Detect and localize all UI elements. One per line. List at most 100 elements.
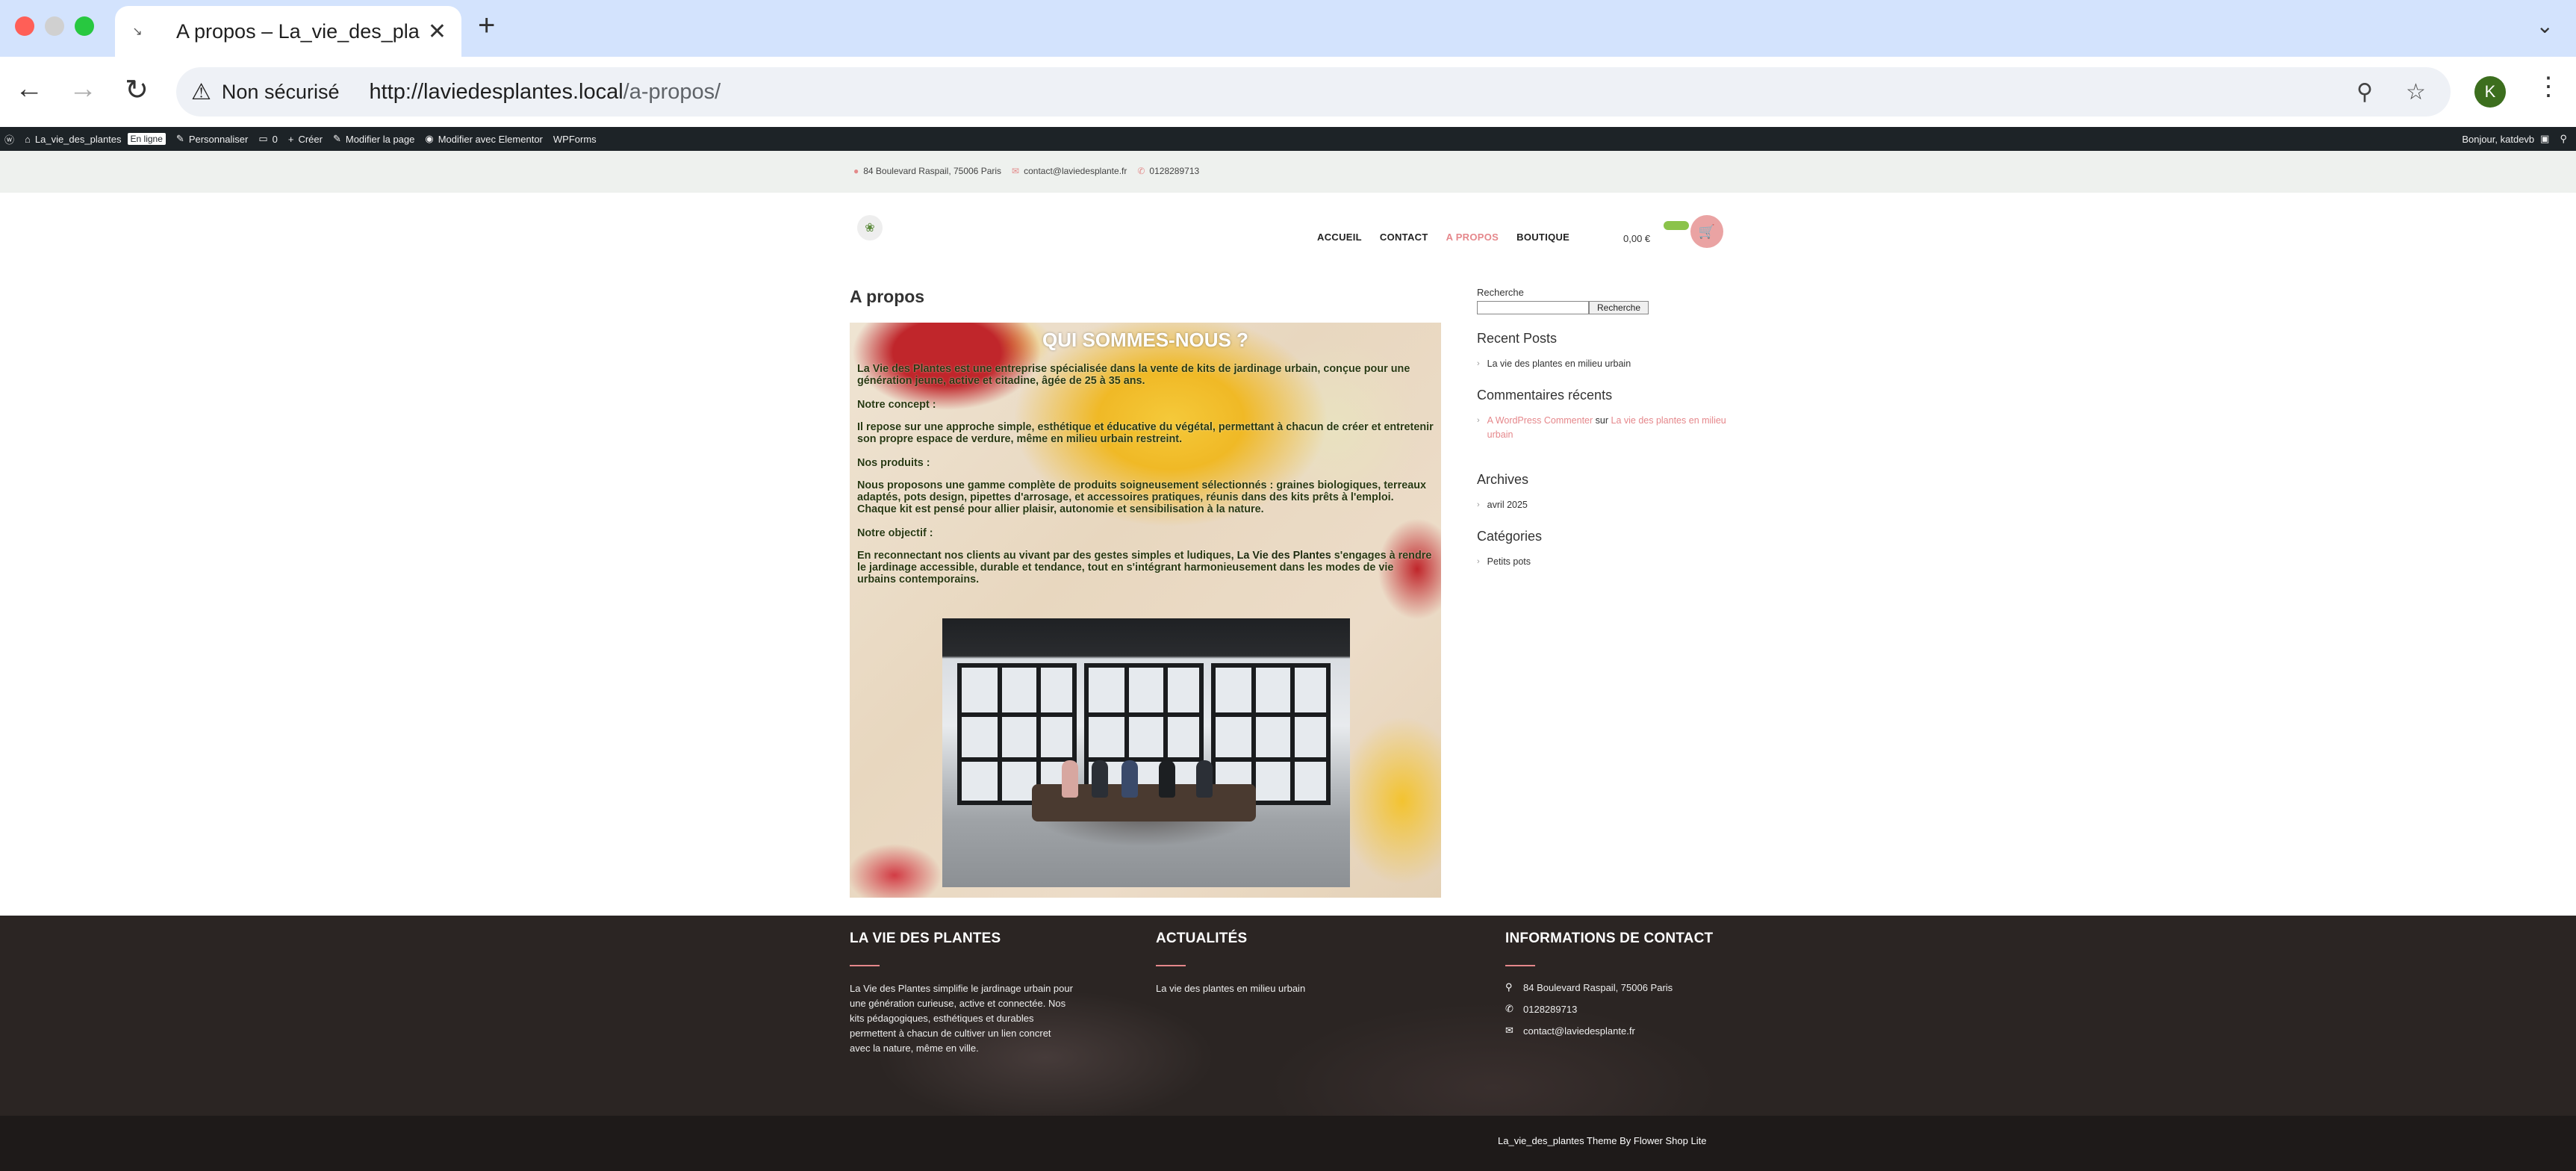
archive-link[interactable]: avril 2025 — [1487, 498, 1528, 512]
search-label: Recherche — [1477, 287, 1524, 298]
topbar-address: ● 84 Boulevard Raspail, 75006 Paris — [853, 166, 1001, 176]
footer-news-link[interactable]: La vie des plantes en milieu urbain — [1156, 981, 1425, 996]
about-hero-image: QUI SOMMES-NOUS ? La Vie des Plantes est… — [850, 323, 1441, 898]
topbar-phone-text: 0128289713 — [1149, 166, 1200, 176]
menu-item-accueil[interactable]: ACCUEIL — [1317, 232, 1362, 243]
new-tab-icon[interactable]: + — [478, 9, 495, 43]
security-label[interactable]: Non sécurisé — [222, 81, 340, 104]
recent-comments-title: Commentaires récents — [1477, 388, 1613, 403]
maximize-window-button[interactable] — [75, 16, 94, 36]
browser-tab[interactable]: ↘ A propos – La_vie_des_plantes ✕ — [115, 6, 461, 57]
reload-icon[interactable]: ↻ — [118, 73, 155, 107]
topbar-email-text: contact@laviedesplante.fr — [1024, 166, 1127, 176]
site-header: ❀ ACCUEIL CONTACT A PROPOS BOUTIQUE 0,00… — [0, 193, 2576, 275]
recent-posts-title: Recent Posts — [1477, 331, 1558, 346]
list-item[interactable]: › avril 2025 — [1477, 498, 1731, 512]
comment-on: sur — [1595, 415, 1609, 426]
url-host: http://laviedesplantes.local — [369, 79, 623, 104]
tab-list-chevron-icon[interactable]: ⌄ — [2536, 13, 2554, 38]
menu-item-contact[interactable]: CONTACT — [1380, 232, 1428, 243]
footer-email[interactable]: ✉ contact@laviedesplante.fr — [1505, 1025, 1789, 1037]
url-text[interactable]: http://laviedesplantes.local/a-propos/ — [369, 80, 721, 105]
topbar-phone[interactable]: ✆ 0128289713 — [1137, 166, 1199, 176]
chevron-right-icon: › — [1477, 500, 1480, 509]
site-footer: LA VIE DES PLANTES La Vie des Plantes si… — [0, 916, 2576, 1116]
category-link[interactable]: Petits pots — [1487, 555, 1531, 569]
admin-comments-link[interactable]: ▭ 0 — [258, 133, 278, 145]
sidebar: Recherche Recherche Recent Posts › La vie… — [1477, 287, 1731, 569]
home-icon: ⌂ — [25, 133, 31, 145]
comments-count: 0 — [272, 133, 278, 145]
search-input[interactable] — [1477, 301, 1589, 314]
site-logo[interactable]: ❀ — [857, 215, 883, 240]
profile-avatar[interactable]: K — [2474, 76, 2506, 108]
site-topbar: ● 84 Boulevard Raspail, 75006 Paris ✉ cont… — [0, 151, 2576, 193]
forward-arrow-icon[interactable]: → — [64, 73, 102, 105]
warning-icon[interactable]: ⚠ — [191, 79, 211, 105]
admin-customize-link[interactable]: ✎ Personnaliser — [176, 133, 248, 145]
admin-site-name: La_vie_des_plantes — [34, 133, 122, 145]
person — [1062, 760, 1078, 798]
objective-text-a: En reconnectant nos clients au vivant pa… — [857, 550, 1237, 562]
bookmark-star-icon[interactable]: ☆ — [2406, 79, 2426, 105]
admin-edit-page-label: Modifier la page — [345, 133, 415, 145]
list-item[interactable]: › La vie des plantes en milieu urbain — [1477, 357, 1731, 371]
browser-tab-strip: ↘ A propos – La_vie_des_plantes ✕ + ⌄ — [0, 0, 2576, 57]
footer-phone-text: 0128289713 — [1523, 1003, 1578, 1015]
tab-close-icon[interactable]: ✕ — [428, 19, 447, 45]
elementor-icon: ◉ — [425, 133, 434, 144]
close-window-button[interactable] — [15, 16, 34, 36]
chevron-right-icon: › — [1477, 557, 1480, 566]
footer-address-text: 84 Boulevard Raspail, 75006 Paris — [1523, 981, 1673, 993]
browser-menu-icon[interactable]: ⋮ — [2536, 72, 2561, 102]
envelope-icon: ✉ — [1505, 1025, 1513, 1036]
chevron-right-icon: › — [1477, 416, 1480, 425]
admin-wpforms-link[interactable]: WPForms — [553, 134, 597, 145]
list-item: › A WordPress Commenter sur La vie des pl… — [1477, 414, 1731, 442]
comment-author-link[interactable]: A WordPress Commenter — [1487, 415, 1593, 426]
admin-elementor-label: Modifier avec Elementor — [438, 133, 543, 145]
search-button[interactable]: Recherche — [1589, 301, 1649, 314]
admin-edit-page-link[interactable]: ✎ Modifier la page — [333, 133, 414, 145]
admin-search-icon[interactable]: ⚲ — [2560, 133, 2567, 145]
browser-toolbar: ← → ↻ ⚠ Non sécurisé http://laviedesplan… — [0, 57, 2576, 127]
footer-contact: INFORMATIONS DE CONTACT ⚲ 84 Boulevard Ra… — [1505, 931, 1789, 1046]
archives-title: Archives — [1477, 472, 1529, 487]
footer-divider — [1505, 965, 1535, 966]
cart-icon[interactable]: 🛒 — [1690, 215, 1723, 248]
search-form: Recherche — [1477, 301, 1731, 314]
phone-icon: ✆ — [1505, 1003, 1513, 1014]
minimize-window-button[interactable] — [45, 16, 64, 36]
footer-phone[interactable]: ✆ 0128289713 — [1505, 1003, 1789, 1015]
address-bar[interactable]: ⚠ Non sécurisé http://laviedesplantes.lo… — [176, 67, 2451, 117]
cart-toggle[interactable] — [1664, 221, 1689, 230]
user-avatar-icon[interactable]: ▣ — [2540, 133, 2549, 145]
envelope-icon: ✉ — [1012, 166, 1020, 176]
admin-site-link[interactable]: ⌂ La_vie_des_plantes En ligne — [25, 133, 166, 145]
footer-bottom-bar: La_vie_des_plantes Theme By Flower Shop … — [0, 1116, 2576, 1171]
wordpress-logo-icon[interactable]: ⓦ — [4, 132, 14, 146]
admin-elementor-link[interactable]: ◉ Modifier avec Elementor — [425, 133, 543, 145]
recent-post-link[interactable]: La vie des plantes en milieu urbain — [1487, 357, 1631, 371]
admin-greeting[interactable]: Bonjour, katdevb — [2462, 134, 2534, 145]
plus-icon: + — [287, 133, 294, 145]
footer-credit[interactable]: La_vie_des_plantes Theme By Flower Shop … — [1498, 1135, 1706, 1146]
footer-about: LA VIE DES PLANTES La Vie des Plantes si… — [850, 931, 1074, 1056]
person — [1121, 760, 1138, 798]
menu-item-boutique[interactable]: BOUTIQUE — [1516, 232, 1569, 243]
objective-text: En reconnectant nos clients au vivant pa… — [857, 550, 1434, 586]
footer-email-text: contact@laviedesplante.fr — [1523, 1025, 1635, 1037]
menu-item-a-propos[interactable]: A PROPOS — [1446, 232, 1499, 243]
hero-text: La Vie des Plantes est une entreprise sp… — [857, 363, 1434, 596]
person — [1159, 760, 1175, 798]
admin-new-label: Créer — [298, 133, 323, 145]
topbar-email[interactable]: ✉ contact@laviedesplante.fr — [1012, 166, 1127, 176]
back-arrow-icon[interactable]: ← — [10, 73, 48, 105]
list-item[interactable]: › Petits pots — [1477, 555, 1731, 569]
zoom-icon[interactable]: ⚲ — [2356, 79, 2373, 105]
office-team-photo — [942, 618, 1350, 887]
hero-title: QUI SOMMES-NOUS ? — [1042, 329, 1248, 351]
concept-text: Il repose sur une approche simple, esthé… — [857, 421, 1434, 445]
cart-total[interactable]: 0,00 € — [1623, 233, 1650, 244]
admin-new-link[interactable]: + Créer — [288, 134, 323, 145]
